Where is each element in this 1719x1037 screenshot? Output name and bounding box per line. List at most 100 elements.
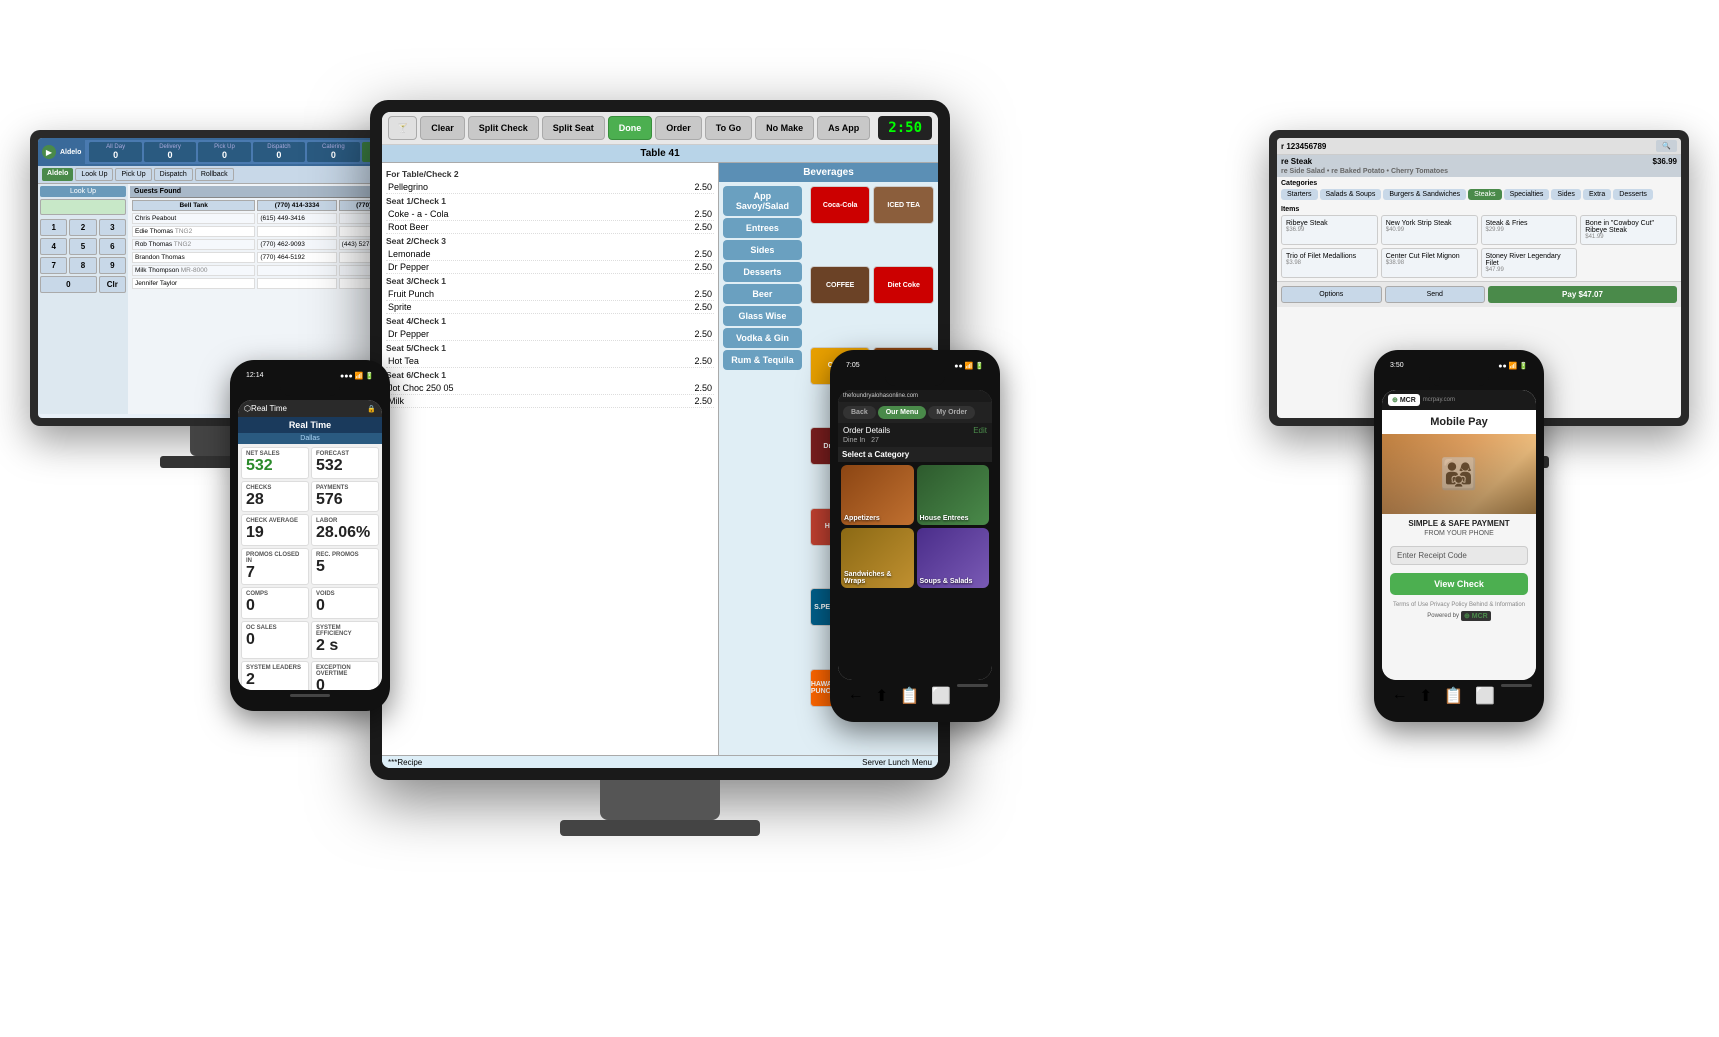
key-9[interactable]: 9 xyxy=(99,257,126,274)
search-input-small[interactable] xyxy=(40,199,126,215)
key-3[interactable]: 3 xyxy=(99,219,126,236)
send-btn[interactable]: Send xyxy=(1385,286,1486,303)
order-item-pellegrino[interactable]: Pellegrino 2.50 xyxy=(386,181,714,194)
item-stoney-river[interactable]: Stoney River Legendary Filet $47.99 xyxy=(1481,248,1578,278)
item-steak-fries[interactable]: Steak & Fries $29.99 xyxy=(1481,215,1578,245)
split-seat-btn[interactable]: Split Seat xyxy=(542,116,605,140)
item-ny-strip[interactable]: New York Strip Steak $40.99 xyxy=(1381,215,1478,245)
as-app-btn[interactable]: As App xyxy=(817,116,870,140)
mp-bookmark-icon[interactable]: 📋 xyxy=(1444,686,1464,706)
cat-salads[interactable]: Salads & Soups xyxy=(1320,189,1382,200)
order-item-drpepper2[interactable]: Dr Pepper 2.50 xyxy=(386,328,714,341)
rt-checks: CHECKS 28 xyxy=(241,481,309,513)
order-item-sprite[interactable]: Sprite 2.50 xyxy=(386,301,714,314)
order-item-lemonade[interactable]: Lemonade 2.50 xyxy=(386,248,714,261)
drink-coca-cola[interactable]: Coca-Cola xyxy=(810,186,871,224)
rt-leaders: SYSTEM LEADERS 2 xyxy=(241,661,309,690)
key-5[interactable]: 5 xyxy=(69,238,96,255)
mcr-logo: ⊕ MCR xyxy=(1388,394,1420,406)
drink-diet-coke[interactable]: Diet Coke xyxy=(873,266,934,304)
mp-back-icon[interactable]: ← xyxy=(1392,686,1408,706)
cat-burgers[interactable]: Burgers & Sandwiches xyxy=(1383,189,1466,200)
key-7[interactable]: 7 xyxy=(40,257,67,274)
cat-glass-wine[interactable]: Glass Wise xyxy=(723,306,802,326)
order-item-hottea[interactable]: Hot Tea 2.50 xyxy=(386,355,714,368)
order-edit-btn[interactable]: Edit xyxy=(973,426,987,435)
mp-share-icon[interactable]: ⬆ xyxy=(1419,686,1432,706)
cat-appetizers[interactable]: App Savoy/Salad xyxy=(723,186,802,216)
cat-soups-item[interactable]: Soups & Salads xyxy=(917,528,990,588)
cocktail-icon-btn[interactable]: 🍸 xyxy=(388,116,417,140)
cat-sides[interactable]: Sides xyxy=(1551,189,1581,200)
order-item-hotchoc[interactable]: Jot Choc 250 05 2.50 xyxy=(386,382,714,395)
cat-starters[interactable]: Starters xyxy=(1281,189,1318,200)
dispatch-btn[interactable]: Dispatch xyxy=(154,168,193,181)
cat-desserts[interactable]: Desserts xyxy=(723,262,802,282)
nav-menu-btn[interactable]: Our Menu xyxy=(878,406,927,419)
item-center-filet[interactable]: Center Cut Filet Mignon $38.98 xyxy=(1381,248,1478,278)
nav-share-icon[interactable]: ⬆ xyxy=(875,686,888,706)
pos-order-list[interactable]: For Table/Check 2 Pellegrino 2.50 Seat 1… xyxy=(382,163,718,755)
key-0[interactable]: 0 xyxy=(40,276,97,293)
nav-bookmark-icon[interactable]: 📋 xyxy=(900,686,920,706)
drink-coffee[interactable]: COFFEE xyxy=(810,266,871,304)
aldelo-btn[interactable]: Aldelo xyxy=(42,168,73,181)
nav-order-btn[interactable]: My Order xyxy=(928,406,975,419)
cat-beer[interactable]: Beer xyxy=(723,284,802,304)
cat-desserts[interactable]: Desserts xyxy=(1613,189,1653,200)
item-ribeye[interactable]: Ribeye Steak $36.99 xyxy=(1281,215,1378,245)
order-btn[interactable]: Order xyxy=(655,116,702,140)
restaurant-url-bar: thefoundryalohasonline.com xyxy=(838,390,992,402)
cat-rum[interactable]: Rum & Tequila xyxy=(723,350,802,370)
pick-up-btn[interactable]: Pick Up xyxy=(115,168,151,181)
to-go-btn[interactable]: To Go xyxy=(705,116,752,140)
key-4[interactable]: 4 xyxy=(40,238,67,255)
cat-vodka[interactable]: Vodka & Gin xyxy=(723,328,802,348)
nav-back-icon[interactable]: ← xyxy=(848,686,864,706)
cat-extra[interactable]: Extra xyxy=(1583,189,1611,200)
nav-back-btn[interactable]: Back xyxy=(843,406,876,419)
key-8[interactable]: 8 xyxy=(69,257,96,274)
options-btn[interactable]: Options xyxy=(1281,286,1382,303)
order-item-fruitpunch[interactable]: Fruit Punch 2.50 xyxy=(386,288,714,301)
powered-by-label: Powered by xyxy=(1427,613,1459,619)
mobile-pay-hero-image: 👨‍👩‍👧 xyxy=(1382,434,1536,514)
key-6[interactable]: 6 xyxy=(99,238,126,255)
nav-tabs-icon[interactable]: ⬜ xyxy=(931,686,951,706)
clear-btn[interactable]: Clear xyxy=(420,116,465,140)
item-bone-in[interactable]: Bone in "Cowboy Cut" Ribeye Steak $41.99 xyxy=(1580,215,1677,245)
restaurant-home-indicator: ← ⬆ 📋 ⬜ xyxy=(838,680,992,712)
key-1[interactable]: 1 xyxy=(40,219,67,236)
key-2[interactable]: 2 xyxy=(69,219,96,236)
cat-sandwiches-bg: Sandwiches & Wraps xyxy=(841,528,914,588)
cat-appetizers-item[interactable]: Appetizers xyxy=(841,465,914,525)
order-item-milk[interactable]: Milk 2.50 xyxy=(386,395,714,408)
cat-entrees[interactable]: Entrees xyxy=(723,218,802,238)
drink-iced-tea[interactable]: ICED TEA xyxy=(873,186,934,224)
cat-steaks[interactable]: Steaks xyxy=(1468,189,1501,200)
receipt-code-input[interactable]: Enter Receipt Code xyxy=(1390,546,1528,565)
mcr-powered-text: MCR xyxy=(1472,613,1488,620)
order-item-rootbeer[interactable]: Root Beer 2.50 xyxy=(386,221,714,234)
no-make-btn[interactable]: No Make xyxy=(755,116,814,140)
pay-btn[interactable]: Pay $47.07 xyxy=(1488,286,1677,303)
order-item-drpepper1[interactable]: Dr Pepper 2.50 xyxy=(386,261,714,274)
done-btn[interactable]: Done xyxy=(608,116,653,140)
cat-specialties[interactable]: Specialties xyxy=(1504,189,1550,200)
restaurant-status-bar: 7:05 ●● 📶 🔋 xyxy=(838,360,992,372)
cat-sandwiches-item[interactable]: Sandwiches & Wraps xyxy=(841,528,914,588)
split-check-btn[interactable]: Split Check xyxy=(468,116,539,140)
restaurant-time: 7:05 xyxy=(846,362,860,370)
cat-entrees-item[interactable]: House Entrees xyxy=(917,465,990,525)
cat-sides[interactable]: Sides xyxy=(723,240,802,260)
key-clear[interactable]: Clr xyxy=(99,276,126,293)
look-up-btn[interactable]: Look Up xyxy=(75,168,113,181)
right-phone: 3:50 ●● 📶 🔋 ⊕ MCR mcrpay.com Mobile Pay xyxy=(1374,350,1544,722)
item-trio-filet[interactable]: Trio of Filet Medallions $3.98 xyxy=(1281,248,1378,278)
rollback-btn[interactable]: Rollback xyxy=(195,168,234,181)
mp-tabs-icon[interactable]: ⬜ xyxy=(1475,686,1495,706)
order-item-coke[interactable]: Coke - a - Cola 2.50 xyxy=(386,208,714,221)
right-search-icon[interactable]: 🔍 xyxy=(1656,140,1677,152)
category-tabs-grid: Starters Salads & Soups Burgers & Sandwi… xyxy=(1281,189,1677,200)
view-check-btn[interactable]: View Check xyxy=(1390,573,1528,595)
